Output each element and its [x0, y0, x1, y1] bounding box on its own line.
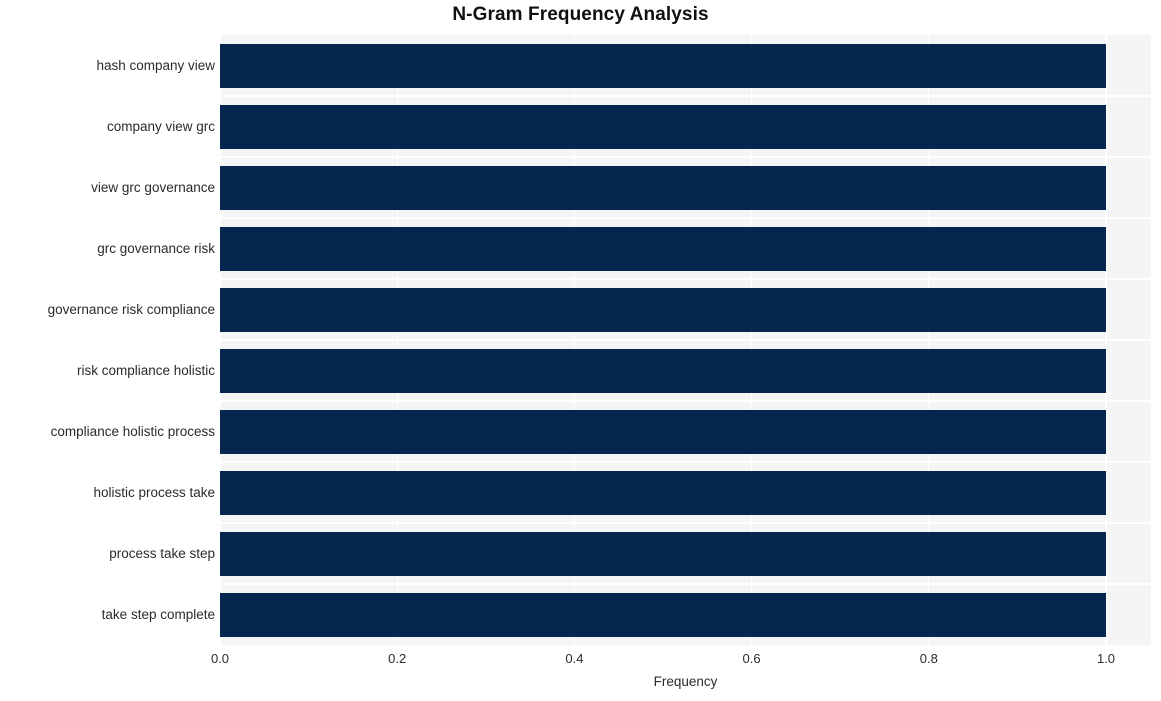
- y-axis-tick-label: take step complete: [101, 606, 215, 622]
- y-axis-tick-label: process take step: [109, 545, 215, 561]
- bar: [220, 348, 1106, 393]
- horizontal-gridline: [220, 156, 1151, 158]
- bar: [220, 287, 1106, 332]
- bar: [220, 43, 1106, 88]
- y-axis-tick-label: risk compliance holistic: [76, 362, 215, 378]
- plot-area: [220, 35, 1151, 645]
- y-axis-tick-label: company view grc: [106, 118, 215, 134]
- horizontal-gridline: [220, 95, 1151, 97]
- bar: [220, 104, 1106, 149]
- bar: [220, 470, 1106, 515]
- horizontal-gridline: [220, 522, 1151, 524]
- horizontal-gridline: [220, 461, 1151, 463]
- y-axis-tick-label: hash company view: [96, 57, 215, 73]
- y-axis-tick-label: view grc governance: [91, 179, 215, 195]
- y-axis-tick-label: grc governance risk: [97, 240, 215, 256]
- bar: [220, 531, 1106, 576]
- chart-figure: N-Gram Frequency Analysis hash company v…: [0, 0, 1161, 701]
- chart-title: N-Gram Frequency Analysis: [452, 4, 709, 25]
- bar: [220, 226, 1106, 271]
- x-axis-tick-label: 0.4: [565, 651, 584, 666]
- y-axis-tick-label: holistic process take: [93, 484, 215, 500]
- horizontal-gridline: [220, 583, 1151, 585]
- x-axis-tick-label: 0.2: [388, 651, 407, 666]
- horizontal-gridline: [220, 339, 1151, 341]
- x-axis-tick-label: 0.6: [742, 651, 761, 666]
- x-axis-tick-label: 0.0: [210, 651, 230, 666]
- y-axis-tick-label: compliance holistic process: [50, 423, 215, 439]
- bar: [220, 592, 1106, 637]
- y-axis-tick-label: governance risk compliance: [47, 301, 215, 317]
- horizontal-gridline: [220, 400, 1151, 402]
- x-axis-tick-label: 1.0: [1096, 651, 1116, 666]
- horizontal-gridline: [220, 278, 1151, 280]
- bar: [220, 409, 1106, 454]
- horizontal-gridline: [220, 217, 1151, 219]
- bar: [220, 165, 1106, 210]
- x-axis-label: Frequency: [653, 674, 718, 689]
- x-axis-tick-label: 0.8: [919, 651, 938, 666]
